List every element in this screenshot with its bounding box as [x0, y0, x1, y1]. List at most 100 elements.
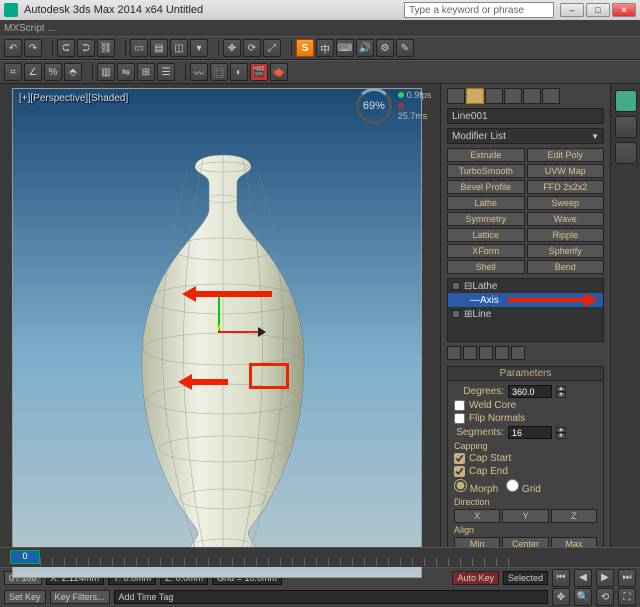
spin-down-icon[interactable]: ▼ — [556, 392, 566, 398]
stack-item-lathe[interactable]: ⊟ Lathe — [448, 279, 603, 293]
input-method-icon[interactable]: S — [296, 39, 314, 57]
ime-icon-1[interactable]: 中 — [316, 39, 334, 57]
dir-x-button[interactable]: X — [454, 509, 500, 523]
spinner-snap[interactable]: ⬘ — [64, 63, 82, 81]
grid-radio[interactable] — [506, 479, 519, 492]
tab-create[interactable] — [447, 88, 465, 104]
angle-snap[interactable]: ∠ — [24, 63, 42, 81]
mod-btn-spherify[interactable]: Spherify — [527, 244, 605, 258]
pin-stack-icon[interactable] — [447, 346, 461, 360]
menu-bar[interactable]: MXScript ... — [0, 20, 640, 36]
render-setup[interactable]: 🎬 — [250, 63, 268, 81]
timeline[interactable]: 0 — [0, 547, 640, 567]
bind-button[interactable]: ⛓ — [97, 39, 115, 57]
rail-button-3[interactable] — [615, 142, 637, 164]
cap-start-checkbox[interactable] — [454, 453, 465, 464]
viewport-area[interactable]: [+][Perspective][Shaded] — [0, 84, 440, 547]
time-slider[interactable]: 0 — [10, 550, 40, 564]
nav-max-button[interactable]: ⛶ — [618, 588, 636, 606]
degrees-field[interactable]: 360.0 — [508, 385, 552, 398]
snap-toggle[interactable]: ⌗ — [4, 63, 22, 81]
command-panel-tabs[interactable] — [447, 88, 604, 104]
add-time-tag[interactable]: Add Time Tag — [114, 590, 548, 604]
mod-btn-xform[interactable]: XForm — [447, 244, 525, 258]
autokey-button[interactable]: Auto Key — [452, 571, 499, 585]
mod-btn-bevel-profile[interactable]: Bevel Profile — [447, 180, 525, 194]
undo-button[interactable]: ↶ — [4, 39, 22, 57]
maximize-button[interactable]: □ — [586, 3, 610, 17]
dir-z-button[interactable]: Z — [551, 509, 597, 523]
nav-orbit-button[interactable]: ⟲ — [596, 588, 614, 606]
configure-sets-icon[interactable] — [511, 346, 525, 360]
vase-mesh[interactable] — [93, 149, 353, 569]
mod-btn-edit-poly[interactable]: Edit Poly — [527, 148, 605, 162]
segments-field[interactable]: 16 — [508, 426, 552, 439]
mod-btn-shell[interactable]: Shell — [447, 260, 525, 274]
play-prev-button[interactable]: ◀ — [574, 569, 592, 587]
keyfilter-button[interactable]: Key Filters... — [50, 590, 110, 604]
rollout-header[interactable]: Parameters — [448, 367, 603, 381]
search-input[interactable]: Type a keyword or phrase — [404, 2, 554, 18]
rail-button-1[interactable] — [615, 90, 637, 112]
spin-down-icon[interactable]: ▼ — [556, 433, 566, 439]
minimize-button[interactable]: – — [560, 3, 584, 17]
morph-radio[interactable] — [454, 479, 467, 492]
select-button[interactable]: ▭ — [130, 39, 148, 57]
mirror-button[interactable]: ⇋ — [117, 63, 135, 81]
flip-normals-checkbox[interactable] — [454, 413, 465, 424]
percent-snap[interactable]: % — [44, 63, 62, 81]
viewport-label[interactable]: [+][Perspective][Shaded] — [19, 93, 128, 104]
mod-btn-wave[interactable]: Wave — [527, 212, 605, 226]
gizmo-x-axis[interactable] — [218, 331, 258, 333]
align-button[interactable]: ⊞ — [137, 63, 155, 81]
close-button[interactable]: ✕ — [612, 3, 636, 17]
ime-icon-2[interactable]: ⌨ — [336, 39, 354, 57]
move-button[interactable]: ✥ — [223, 39, 241, 57]
layers-button[interactable]: ☰ — [157, 63, 175, 81]
unlink-button[interactable]: ⮊ — [77, 39, 95, 57]
play-start-button[interactable]: ⏮ — [552, 569, 570, 587]
mod-btn-bend[interactable]: Bend — [527, 260, 605, 274]
object-name-field[interactable]: Line001 — [447, 108, 604, 124]
cap-end-checkbox[interactable] — [454, 466, 465, 477]
ime-icon-4[interactable]: ⚙ — [376, 39, 394, 57]
filter-button[interactable]: ▾ — [190, 39, 208, 57]
select-region-button[interactable]: ◫ — [170, 39, 188, 57]
setkey-button[interactable]: Set Key — [4, 590, 46, 604]
curve-editor[interactable]: 〰 — [190, 63, 208, 81]
menu-label[interactable]: MXScript ... — [4, 23, 56, 34]
tab-motion[interactable] — [504, 88, 522, 104]
perspective-viewport[interactable]: [+][Perspective][Shaded] — [12, 88, 422, 578]
align-max-button[interactable]: Max — [551, 537, 597, 547]
schematic-view[interactable]: ⿴ — [210, 63, 228, 81]
dir-y-button[interactable]: Y — [502, 509, 548, 523]
render-button[interactable]: 🫖 — [270, 63, 288, 81]
modifier-stack[interactable]: ⊟ Lathe — Axis ⊞ Line — [447, 278, 604, 342]
tab-utilities[interactable] — [542, 88, 560, 104]
weld-core-checkbox[interactable] — [454, 400, 465, 411]
key-mode[interactable]: Selected — [503, 571, 548, 585]
mod-btn-lattice[interactable]: Lattice — [447, 228, 525, 242]
mod-btn-ripple[interactable]: Ripple — [527, 228, 605, 242]
scale-button[interactable]: ⤢ — [263, 39, 281, 57]
show-end-result-icon[interactable] — [463, 346, 477, 360]
modifier-list[interactable]: Modifier List▼ — [447, 128, 604, 144]
play-button[interactable]: ▶ — [596, 569, 614, 587]
named-sel[interactable]: ▥ — [97, 63, 115, 81]
link-button[interactable]: ⮈ — [57, 39, 75, 57]
ime-icon-3[interactable]: 🔊 — [356, 39, 374, 57]
select-name-button[interactable]: ▤ — [150, 39, 168, 57]
mod-btn-symmetry[interactable]: Symmetry — [447, 212, 525, 226]
make-unique-icon[interactable] — [479, 346, 493, 360]
redo-button[interactable]: ↷ — [24, 39, 42, 57]
material-editor[interactable]: ◐ — [230, 63, 248, 81]
mod-btn-turbosmooth[interactable]: TurboSmooth — [447, 164, 525, 178]
stack-item-line[interactable]: ⊞ Line — [448, 307, 603, 321]
align-min-button[interactable]: Min — [454, 537, 500, 547]
rail-button-2[interactable] — [615, 116, 637, 138]
mod-btn-ffd-2x2x2[interactable]: FFD 2x2x2 — [527, 180, 605, 194]
ime-icon-5[interactable]: ✎ — [396, 39, 414, 57]
tab-display[interactable] — [523, 88, 541, 104]
stack-item-axis[interactable]: — Axis — [448, 293, 603, 307]
nav-zoom-button[interactable]: 🔍 — [574, 588, 592, 606]
